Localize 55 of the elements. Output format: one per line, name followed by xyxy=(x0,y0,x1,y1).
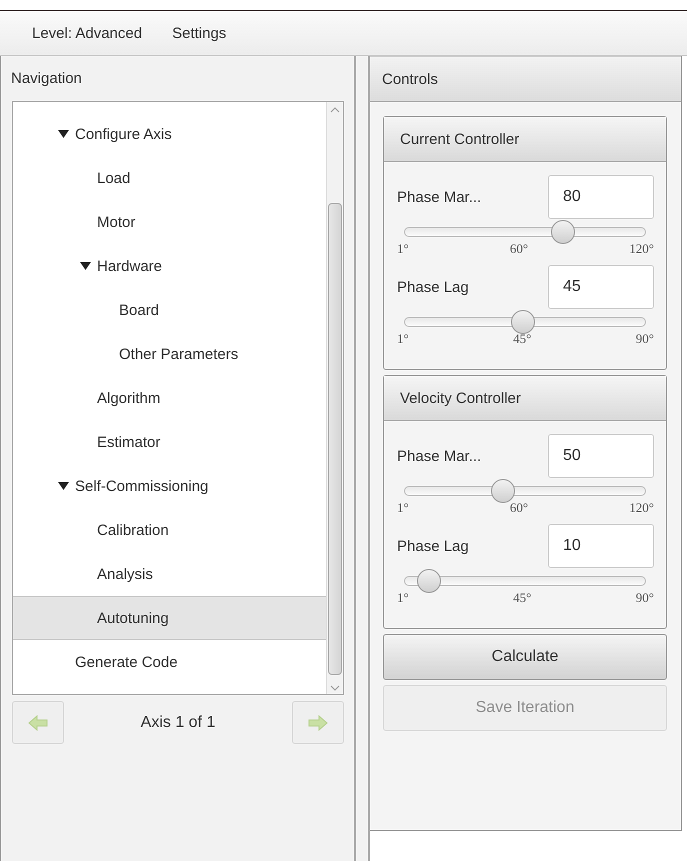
tree-item[interactable]: Generate Code xyxy=(13,640,326,684)
tree-item[interactable]: Motor xyxy=(13,200,326,244)
field-label: Phase Lag xyxy=(397,278,469,296)
tick-label: 120° xyxy=(629,500,654,516)
tick-label: 90° xyxy=(636,331,654,347)
tree-item[interactable]: Analysis xyxy=(13,552,326,596)
field-label: Phase Mar... xyxy=(397,188,482,206)
field-label: Phase Lag xyxy=(397,538,469,554)
tick-label: 1° xyxy=(397,241,409,257)
tick-label: 1° xyxy=(397,500,409,516)
tick-label: 1° xyxy=(397,331,409,347)
slider-thumb[interactable] xyxy=(510,310,535,334)
tree-item[interactable]: Estimator xyxy=(13,420,326,464)
tick-label: 60° xyxy=(510,500,528,516)
tick-label: 120° xyxy=(629,241,654,257)
tick-label: 60° xyxy=(510,241,528,257)
input-field[interactable]: 80 xyxy=(548,175,654,219)
scrollbar[interactable] xyxy=(326,102,343,694)
tick-label: 45° xyxy=(513,590,532,606)
tree-item[interactable]: Configure Axis xyxy=(13,112,326,156)
tree-item[interactable]: Calibration xyxy=(13,508,326,552)
tree-item[interactable]: Hardware xyxy=(13,244,326,288)
axis-counter: Axis 1 of 1 xyxy=(140,714,216,732)
menu-item[interactable]: Level: Advanced xyxy=(28,20,146,46)
splitter[interactable] xyxy=(356,56,370,861)
slider-thumb[interactable] xyxy=(551,220,576,244)
expanded-triangle-icon[interactable] xyxy=(80,261,91,271)
action-button[interactable]: Calculate xyxy=(383,634,667,680)
tree-item[interactable]: Board xyxy=(13,288,326,332)
tree-item[interactable]: Other Parameters xyxy=(13,332,326,376)
input-field[interactable]: 50 xyxy=(548,434,654,478)
right-arrow-icon xyxy=(308,714,328,730)
input-field[interactable]: 45 xyxy=(548,265,654,309)
input-field[interactable]: 10 xyxy=(548,524,654,568)
slider-thumb[interactable] xyxy=(491,479,516,503)
expanded-triangle-icon[interactable] xyxy=(58,129,69,139)
tree-item[interactable]: Algorithm xyxy=(13,376,326,420)
panel-header: Controls xyxy=(370,56,681,102)
group-title: Velocity Controller xyxy=(384,376,666,421)
panel-title: Navigation xyxy=(10,69,83,89)
scroll-up-icon[interactable] xyxy=(330,107,340,113)
tree-item[interactable]: Self-Commissioning xyxy=(13,464,326,508)
scroll-thumb[interactable] xyxy=(328,203,342,675)
tick-label: 1° xyxy=(397,590,409,606)
expanded-triangle-icon[interactable] xyxy=(58,481,69,491)
tree-item[interactable]: Autotuning xyxy=(13,596,326,640)
tree-item[interactable]: Load xyxy=(13,156,326,200)
tick-label: 90° xyxy=(636,590,654,606)
group-title: Current Controller xyxy=(384,117,666,162)
left-arrow-icon xyxy=(28,714,48,730)
slider-thumb[interactable] xyxy=(417,569,441,593)
scroll-down-icon[interactable] xyxy=(330,685,340,691)
menu-item[interactable]: Settings xyxy=(168,20,230,46)
field-label: Phase Mar... xyxy=(397,448,482,464)
tick-label: 45° xyxy=(513,331,532,347)
